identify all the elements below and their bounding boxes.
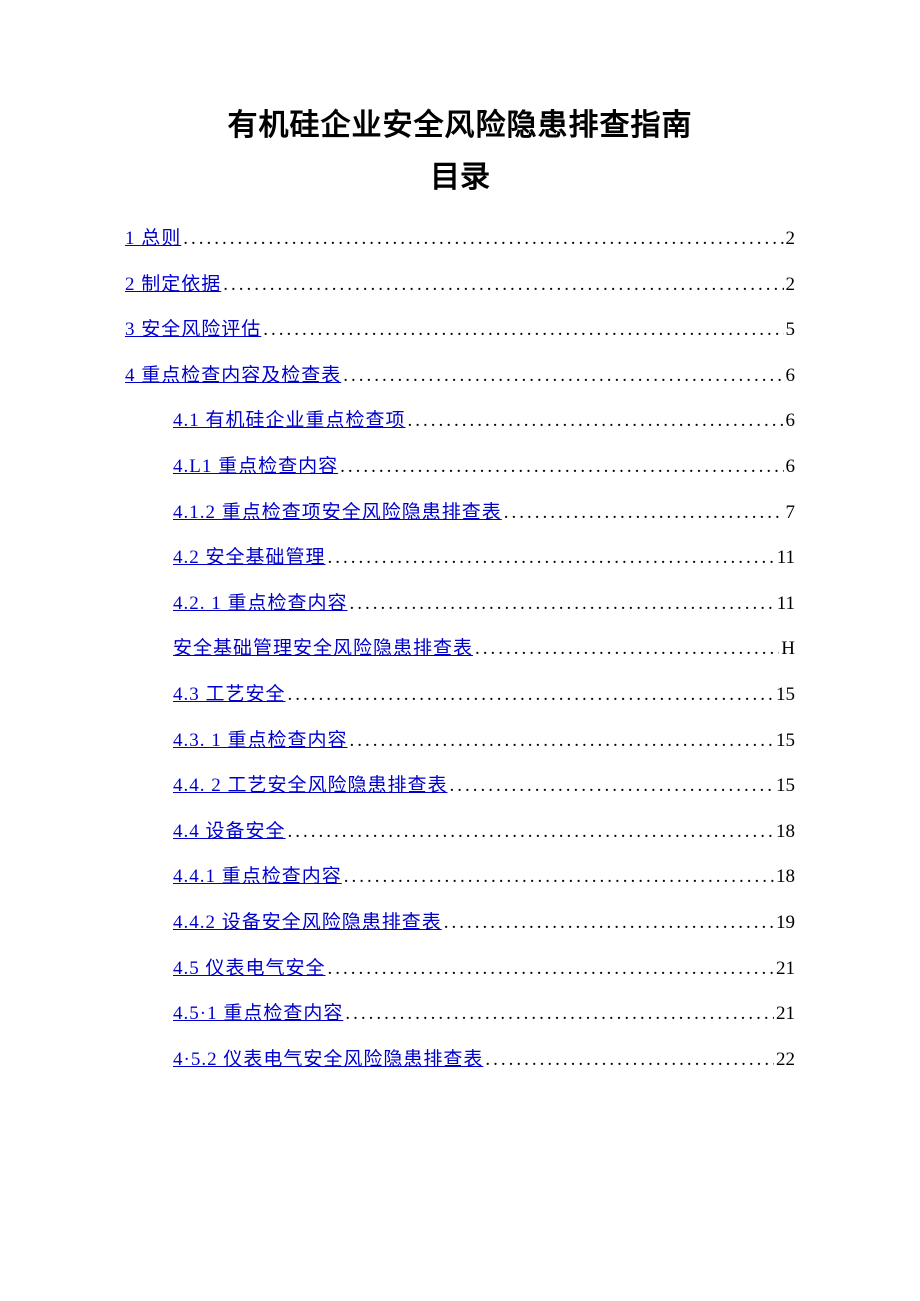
toc-dots: ........................................… xyxy=(326,535,775,581)
toc-item: 4.4.2 设备安全风险隐患排查表.......................… xyxy=(125,900,795,946)
toc-dots: ........................................… xyxy=(473,626,779,672)
document-title: 有机硅企业安全风险隐患排查指南 xyxy=(125,100,795,144)
toc-page: 6 xyxy=(784,444,796,490)
toc-dots: ........................................… xyxy=(343,991,774,1037)
toc-link[interactable]: 4.3 工艺安全 xyxy=(173,672,286,718)
toc-dots: ........................................… xyxy=(348,718,774,764)
toc-page: 11 xyxy=(775,535,795,581)
toc-link[interactable]: 3 安全风险评估 xyxy=(125,307,261,353)
toc-link[interactable]: 4 重点检查内容及检查表 xyxy=(125,353,341,399)
toc-item: 4.4. 2 工艺安全风险隐患排查表......................… xyxy=(125,763,795,809)
toc-dots: ........................................… xyxy=(338,444,783,490)
toc-item: 4.2 安全基础管理..............................… xyxy=(125,535,795,581)
toc-link[interactable]: 4.5 仪表电气安全 xyxy=(173,946,326,992)
toc-link[interactable]: 4.4.2 设备安全风险隐患排查表 xyxy=(173,900,442,946)
toc-link[interactable]: 4.3. 1 重点检查内容 xyxy=(173,718,348,764)
toc-page: 19 xyxy=(774,900,795,946)
toc-item: 4.L1 重点检查内容.............................… xyxy=(125,444,795,490)
toc-item: 4.5·1 重点检查内容............................… xyxy=(125,991,795,1037)
toc-dots: ........................................… xyxy=(181,216,783,262)
toc-page: 22 xyxy=(774,1037,795,1083)
toc-dots: ........................................… xyxy=(483,1037,774,1083)
toc-item: 2 制定依据..................................… xyxy=(125,262,795,308)
toc-item: 3 安全风险评估................................… xyxy=(125,307,795,353)
toc-link[interactable]: 2 制定依据 xyxy=(125,262,221,308)
toc-page: 21 xyxy=(774,946,795,992)
toc-page: 18 xyxy=(774,809,795,855)
toc-dots: ........................................… xyxy=(286,809,774,855)
toc-page: 7 xyxy=(784,490,796,536)
toc-item: 4.4.1 重点检查内容............................… xyxy=(125,854,795,900)
toc-item: 4·5.2 仪表电气安全风险隐患排查表.....................… xyxy=(125,1037,795,1083)
toc-dots: ........................................… xyxy=(286,672,774,718)
toc-item: 4 重点检查内容及检查表............................… xyxy=(125,353,795,399)
toc-dots: ........................................… xyxy=(348,581,775,627)
toc-link[interactable]: 安全基础管理安全风险隐患排查表 xyxy=(173,626,473,672)
toc-dots: ........................................… xyxy=(406,398,784,444)
toc-link[interactable]: 1 总则 xyxy=(125,216,181,262)
toc-page: 15 xyxy=(774,763,795,809)
toc-page: 6 xyxy=(784,353,796,399)
toc-page: 21 xyxy=(774,991,795,1037)
toc-dots: ........................................… xyxy=(502,490,784,536)
toc-dots: ........................................… xyxy=(341,353,783,399)
toc-item: 4.3 工艺安全................................… xyxy=(125,672,795,718)
toc-page: 2 xyxy=(784,262,796,308)
toc-item: 4.1 有机硅企业重点检查项..........................… xyxy=(125,398,795,444)
toc-link[interactable]: 4.4.1 重点检查内容 xyxy=(173,854,342,900)
toc-page: 18 xyxy=(774,854,795,900)
toc-link[interactable]: 4.4 设备安全 xyxy=(173,809,286,855)
toc-link[interactable]: 4.2 安全基础管理 xyxy=(173,535,326,581)
toc-page: 5 xyxy=(784,307,796,353)
document-subtitle: 目录 xyxy=(125,152,795,196)
toc-link[interactable]: 4.4. 2 工艺安全风险隐患排查表 xyxy=(173,763,448,809)
toc-link[interactable]: 4·5.2 仪表电气安全风险隐患排查表 xyxy=(173,1037,483,1083)
toc-item: 4.2. 1 重点检查内容...........................… xyxy=(125,581,795,627)
toc-item: 4.1.2 重点检查项安全风险隐患排查表....................… xyxy=(125,490,795,536)
toc-page: 6 xyxy=(784,398,796,444)
toc-item: 4.4 设备安全................................… xyxy=(125,809,795,855)
toc-dots: ........................................… xyxy=(326,946,774,992)
toc-link[interactable]: 4.1 有机硅企业重点检查项 xyxy=(173,398,406,444)
toc-dots: ........................................… xyxy=(261,307,783,353)
toc-page: H xyxy=(779,626,795,672)
toc-link[interactable]: 4.L1 重点检查内容 xyxy=(173,444,338,490)
toc-dots: ........................................… xyxy=(448,763,774,809)
toc-page: 11 xyxy=(775,581,795,627)
toc-dots: ........................................… xyxy=(442,900,774,946)
toc-page: 15 xyxy=(774,672,795,718)
toc-item: 安全基础管理安全风险隐患排查表.........................… xyxy=(125,626,795,672)
toc-item: 4.5 仪表电气安全..............................… xyxy=(125,946,795,992)
toc-link[interactable]: 4.2. 1 重点检查内容 xyxy=(173,581,348,627)
toc-page: 2 xyxy=(784,216,796,262)
toc-link[interactable]: 4.1.2 重点检查项安全风险隐患排查表 xyxy=(173,490,502,536)
toc-dots: ........................................… xyxy=(221,262,783,308)
toc-item: 1 总则....................................… xyxy=(125,216,795,262)
toc-item: 4.3. 1 重点检查内容...........................… xyxy=(125,718,795,764)
toc-link[interactable]: 4.5·1 重点检查内容 xyxy=(173,991,343,1037)
toc-page: 15 xyxy=(774,718,795,764)
toc-list: 1 总则....................................… xyxy=(125,216,795,1082)
toc-dots: ........................................… xyxy=(342,854,774,900)
